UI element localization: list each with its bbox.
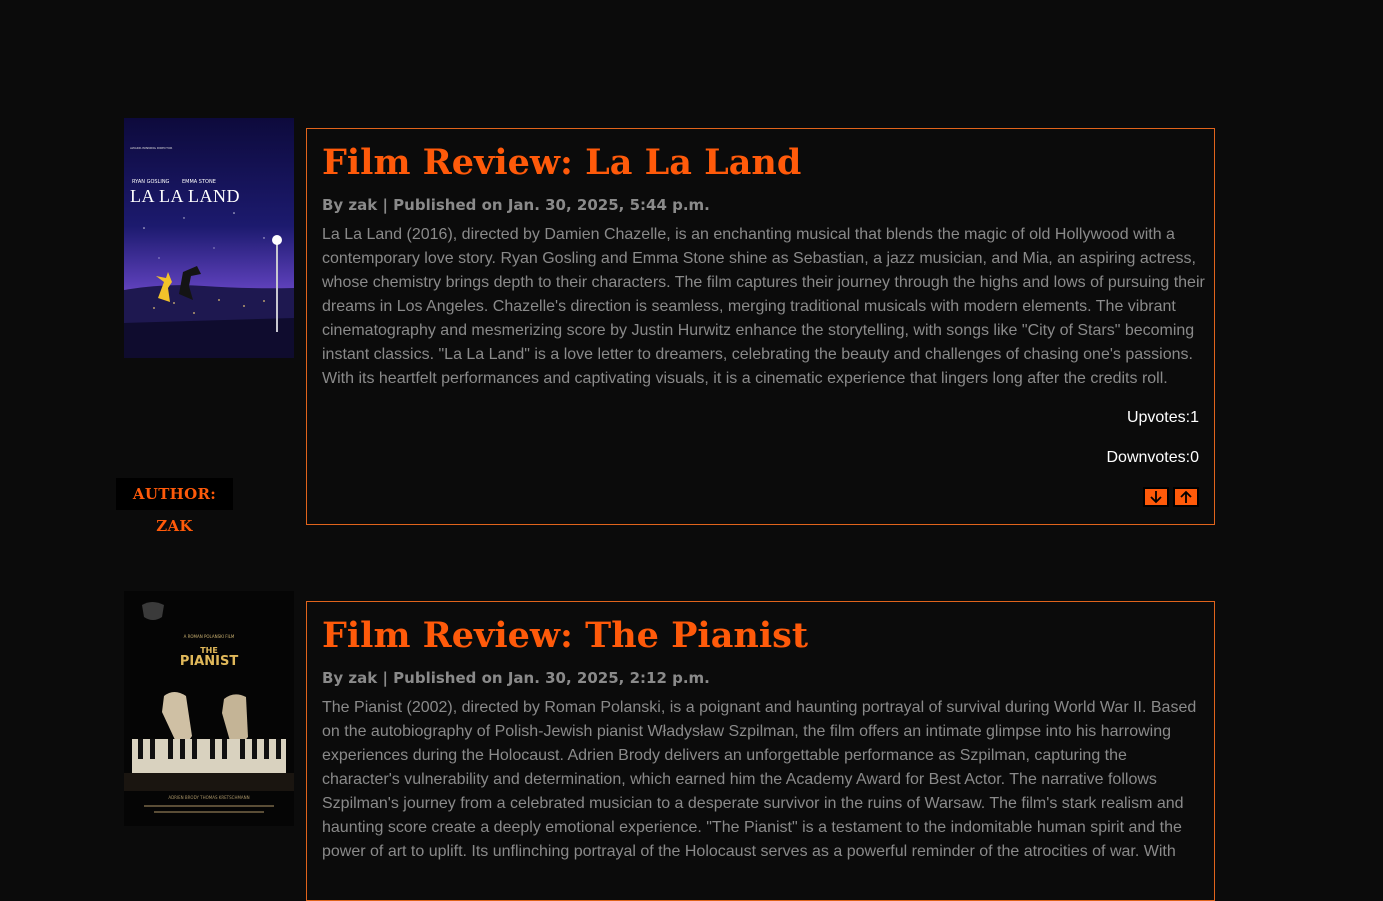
svg-text:EMMA STONE: EMMA STONE bbox=[182, 179, 216, 185]
author-badge: AUTHOR: ZAK bbox=[116, 478, 233, 535]
review-body: The Pianist (2002), directed by Roman Po… bbox=[322, 699, 1197, 860]
arrow-up-icon bbox=[1180, 490, 1192, 503]
svg-text:A ROMAN POLANSKI FILM: A ROMAN POLANSKI FILM bbox=[184, 634, 235, 639]
downvote-button[interactable] bbox=[1143, 487, 1169, 507]
svg-text:LA LA LAND: LA LA LAND bbox=[130, 186, 240, 206]
downvote-count: Downvotes:0 bbox=[1106, 449, 1200, 466]
review-byline: By zak | Published on Jan. 30, 2025, 2:1… bbox=[322, 669, 710, 687]
upvote-button[interactable] bbox=[1173, 487, 1199, 507]
review-byline: By zak | Published on Jan. 30, 2025, 5:4… bbox=[322, 196, 710, 214]
review-title: Film Review: La La Land bbox=[322, 142, 802, 183]
svg-text:PIANIST: PIANIST bbox=[180, 654, 239, 669]
review-card: Film Review: La La Land By zak | Publish… bbox=[306, 128, 1215, 525]
review-title: Film Review: The Pianist bbox=[322, 615, 809, 656]
arrow-down-icon bbox=[1150, 491, 1162, 504]
svg-text:RYAN GOSLING: RYAN GOSLING bbox=[132, 179, 170, 185]
upvote-count: Upvotes:1 bbox=[1126, 409, 1199, 426]
poster-image-la-la-land: AWARD-WINNING DIRECTOR RYAN GOSLING EMMA… bbox=[124, 118, 294, 358]
poster-image-the-pianist: A ROMAN POLANSKI FILM THE PIANIST ADRIEN… bbox=[124, 591, 294, 826]
review-feed: AWARD-WINNING DIRECTOR RYAN GOSLING EMMA… bbox=[0, 0, 1383, 901]
review-body: La La Land (2016), directed by Damien Ch… bbox=[322, 226, 1205, 387]
svg-text:ADRIEN BRODY THOMAS KRETSCHM: ADRIEN BRODY THOMAS KRETSCHMANN bbox=[168, 795, 249, 800]
svg-text:AWARD-WINNING DIRECTOR: AWARD-WINNING DIRECTOR bbox=[130, 146, 172, 150]
review-card: Film Review: The Pianist By zak | Publis… bbox=[306, 601, 1215, 901]
